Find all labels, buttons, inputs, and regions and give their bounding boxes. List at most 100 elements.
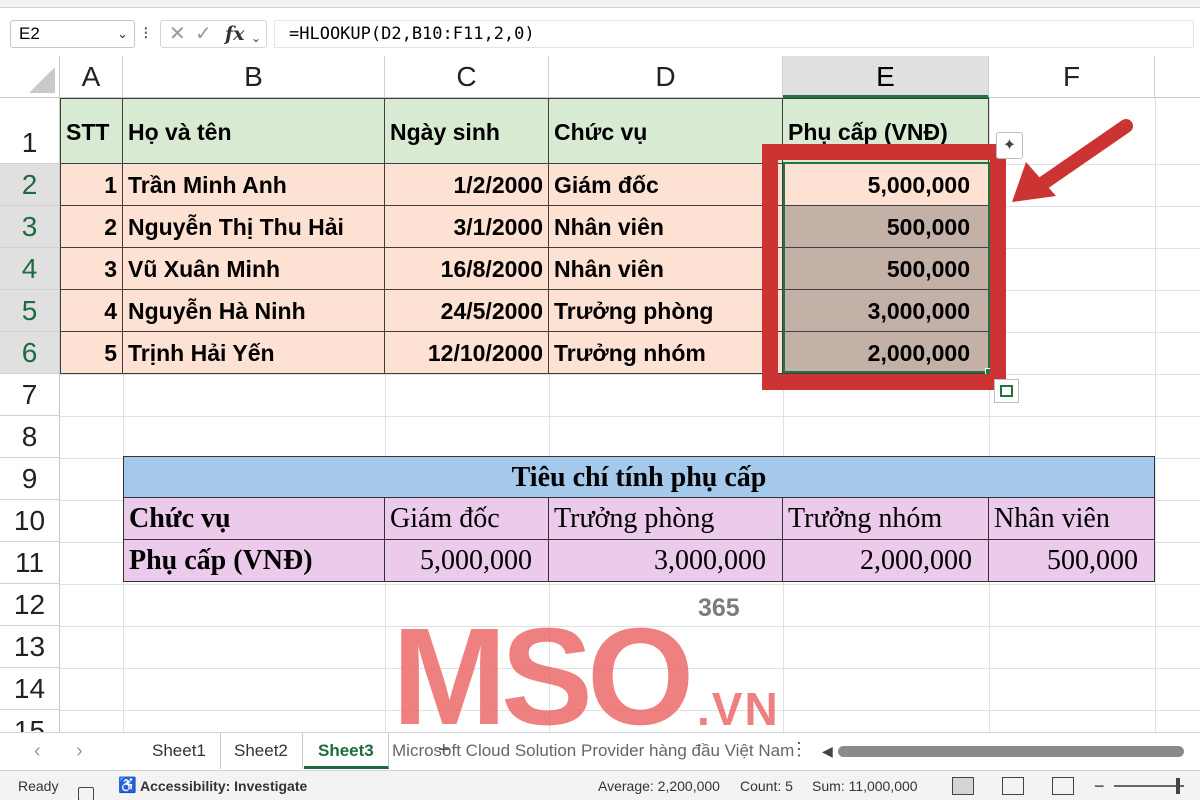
chevron-down-icon[interactable]: ⌄ <box>251 27 261 49</box>
normal-view-icon[interactable] <box>952 777 974 795</box>
criteria-cell[interactable]: 2,000,000 <box>783 540 989 582</box>
row-header[interactable]: 1 <box>0 98 60 164</box>
highlight-box <box>762 144 1006 390</box>
column-header-a[interactable]: A <box>60 56 123 98</box>
formula-input[interactable]: =HLOOKUP(D2,B10:F11,2,0) <box>274 20 1194 48</box>
table-cell[interactable]: 16/8/2000 <box>385 248 549 290</box>
table-cell[interactable]: Trưởng nhóm <box>549 332 783 374</box>
row-header[interactable]: 13 <box>0 626 60 668</box>
row-header[interactable]: 6 <box>0 332 60 374</box>
column-header-c[interactable]: C <box>385 56 549 98</box>
row-header[interactable]: 2 <box>0 164 60 206</box>
name-box[interactable]: E2 ⌄ <box>10 20 135 48</box>
row-header[interactable]: 9 <box>0 458 60 500</box>
insert-function-icon[interactable]: fx <box>225 23 245 45</box>
criteria-cell[interactable]: Giám đốc <box>385 498 549 540</box>
column-header-b[interactable]: B <box>123 56 385 98</box>
criteria-cell[interactable]: 3,000,000 <box>549 540 783 582</box>
criteria-cell[interactable]: 500,000 <box>989 540 1155 582</box>
cancel-icon[interactable]: ✕ <box>169 23 186 45</box>
header-cell[interactable]: Họ và tên <box>123 98 385 164</box>
table-cell[interactable]: Trưởng phòng <box>549 290 783 332</box>
row-header[interactable]: 5 <box>0 290 60 332</box>
horizontal-scrollbar[interactable]: ◀ <box>822 741 1192 761</box>
zoom-slider-thumb[interactable] <box>1176 778 1180 794</box>
macro-record-icon[interactable] <box>78 778 94 800</box>
row-header[interactable]: 11 <box>0 542 60 584</box>
criteria-cell[interactable]: Trưởng nhóm <box>783 498 989 540</box>
zoom-slider[interactable] <box>1114 785 1184 787</box>
status-average[interactable]: Average: 2,200,000 <box>598 771 720 800</box>
header-cell[interactable]: Chức vụ <box>549 98 783 164</box>
column-header-d[interactable]: D <box>549 56 783 98</box>
status-count[interactable]: Count: 5 <box>740 771 793 800</box>
criteria-cell[interactable]: Trưởng phòng <box>549 498 783 540</box>
status-sum[interactable]: Sum: 11,000,000 <box>812 771 918 800</box>
watermark-suffix: .VN <box>697 683 780 732</box>
table-cell[interactable]: 3 <box>60 248 123 290</box>
table-cell[interactable]: 5 <box>60 332 123 374</box>
chevron-down-icon[interactable]: ⌄ <box>117 21 128 47</box>
column-header-g[interactable] <box>1155 56 1200 98</box>
accessibility-status[interactable]: Accessibility: Investigate <box>140 771 307 800</box>
header-cell[interactable]: STT <box>60 98 123 164</box>
tab-sheet1[interactable]: Sheet1 <box>138 733 221 769</box>
chevron-left-icon[interactable]: ‹ <box>34 739 41 763</box>
table-cell[interactable]: Nguyễn Hà Ninh <box>123 290 385 332</box>
table-cell[interactable]: Giám đốc <box>549 164 783 206</box>
tab-sheet2[interactable]: Sheet2 <box>220 733 303 769</box>
table-cell[interactable]: Vũ Xuân Minh <box>123 248 385 290</box>
table-cell[interactable]: 1/2/2000 <box>385 164 549 206</box>
status-ready: Ready <box>18 778 59 794</box>
accessibility-icon[interactable]: ♿ <box>118 771 137 800</box>
criteria-label[interactable]: Phụ cấp (VNĐ) <box>123 540 385 582</box>
ribbon-edge <box>0 0 1200 8</box>
sheet-tab-bar: ‹ › Sheet1 Sheet2 Sheet3 Microsoft Cloud… <box>0 732 1200 770</box>
table-cell[interactable]: Trần Minh Anh <box>123 164 385 206</box>
row-header[interactable]: 8 <box>0 416 60 458</box>
paste-options-icon[interactable] <box>994 379 1019 403</box>
table-cell[interactable]: 1 <box>60 164 123 206</box>
table-cell[interactable]: Nhân viên <box>549 248 783 290</box>
table-cell[interactable]: Nhân viên <box>549 206 783 248</box>
add-sheet-icon[interactable]: + <box>438 739 450 762</box>
row-header[interactable]: 4 <box>0 248 60 290</box>
scrollbar-thumb[interactable] <box>838 746 1184 757</box>
row-header[interactable]: 10 <box>0 500 60 542</box>
table-cell[interactable]: 12/10/2000 <box>385 332 549 374</box>
header-cell[interactable]: Ngày sinh <box>385 98 549 164</box>
zoom-out-icon[interactable]: − <box>1094 771 1105 800</box>
criteria-title[interactable]: Tiêu chí tính phụ cấp <box>123 456 1155 498</box>
more-options-icon[interactable]: ⁝ <box>143 22 149 44</box>
criteria-label[interactable]: Chức vụ <box>123 498 385 540</box>
table-cell[interactable]: 24/5/2000 <box>385 290 549 332</box>
quick-analysis-icon[interactable]: ✦ <box>996 132 1023 159</box>
worksheet-grid[interactable]: A B C D E F 1 2 3 4 5 6 7 8 9 10 11 12 1… <box>0 56 1200 732</box>
row-header[interactable]: 7 <box>0 374 60 416</box>
column-header-e[interactable]: E <box>783 56 989 98</box>
page-layout-icon[interactable] <box>1002 777 1024 795</box>
chevron-right-icon[interactable]: › <box>76 739 83 763</box>
more-options-icon[interactable]: ⋮ <box>790 739 808 760</box>
table-cell[interactable]: 4 <box>60 290 123 332</box>
arrow-icon <box>1012 119 1133 202</box>
column-header-f[interactable]: F <box>989 56 1155 98</box>
table-cell[interactable]: Trịnh Hải Yến <box>123 332 385 374</box>
table-cell[interactable]: 3/1/2000 <box>385 206 549 248</box>
row-header[interactable]: 12 <box>0 584 60 626</box>
table-cell[interactable]: Nguyễn Thị Thu Hải <box>123 206 385 248</box>
select-all-corner[interactable] <box>0 56 60 98</box>
row-header[interactable]: 3 <box>0 206 60 248</box>
tab-sheet3[interactable]: Sheet3 <box>304 733 389 769</box>
row-header[interactable]: 14 <box>0 668 60 710</box>
page-break-preview-icon[interactable] <box>1052 777 1074 795</box>
criteria-cell[interactable]: Nhân viên <box>989 498 1155 540</box>
scroll-left-icon[interactable]: ◀ <box>822 741 833 761</box>
row-header[interactable]: 15 <box>0 710 60 732</box>
watermark-main: MSO <box>392 600 694 732</box>
check-icon[interactable]: ✓ <box>195 23 212 45</box>
watermark-superscript: 365 <box>698 594 740 622</box>
criteria-cell[interactable]: 5,000,000 <box>385 540 549 582</box>
formula-bar-buttons: ✕ ✓ fx ⌄ <box>160 20 267 48</box>
table-cell[interactable]: 2 <box>60 206 123 248</box>
